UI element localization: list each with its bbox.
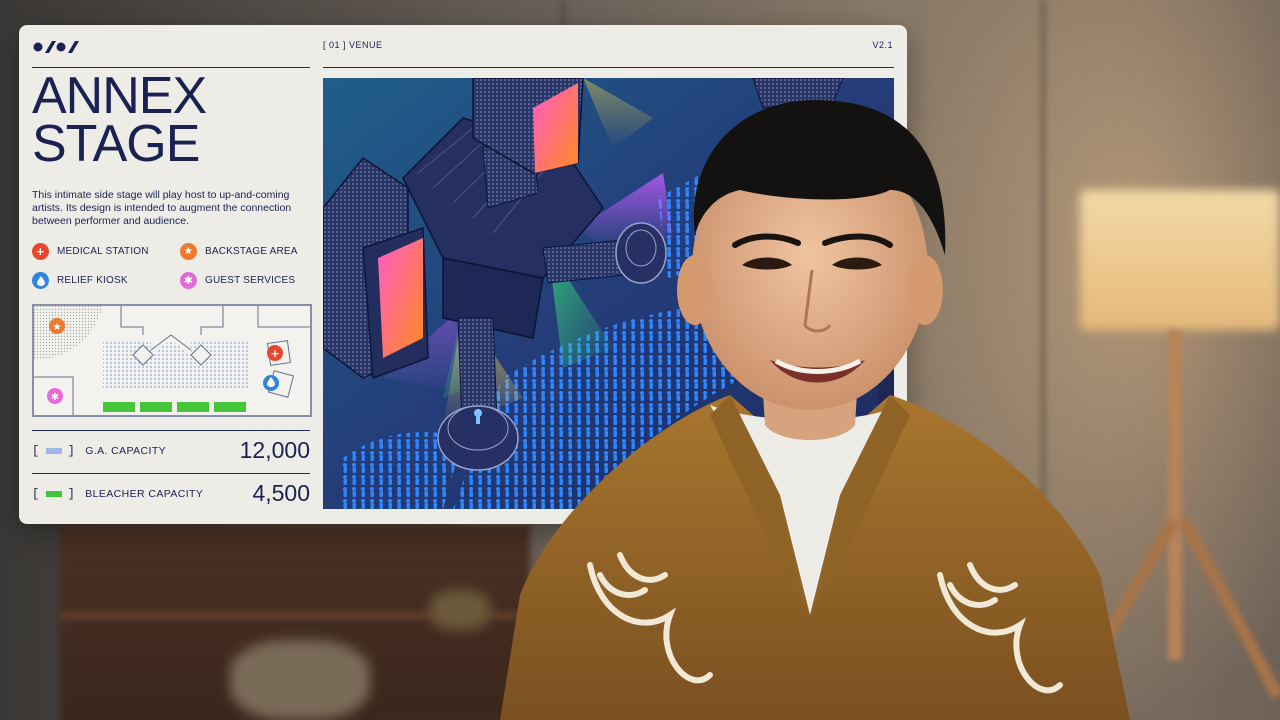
version-label: V2.1 xyxy=(872,40,893,50)
legend-relief-kiosk: RELIEF KIOSK xyxy=(32,272,128,289)
svg-text:★: ★ xyxy=(53,322,62,333)
legend-label: MEDICAL STATION xyxy=(57,246,149,257)
presenter-figure xyxy=(500,100,1130,720)
legend-label: RELIEF KIOSK xyxy=(57,275,128,286)
svg-text:✱: ✱ xyxy=(51,392,59,403)
legend-backstage-area: ★ BACKSTAGE AREA xyxy=(180,243,298,260)
header-divider xyxy=(323,67,894,68)
floor-lamp-pole xyxy=(1168,330,1182,660)
capacity-value: 4,500 xyxy=(252,480,310,506)
ga-capacity-row: [ ] G.A. CAPACITY 12,000 xyxy=(32,432,310,470)
water-drop-icon xyxy=(32,272,49,289)
shelf-books xyxy=(230,640,370,720)
legend-label: BACKSTAGE AREA xyxy=(205,246,298,257)
title-line-1: ANNEX xyxy=(32,67,207,125)
floor-plan-minimap: ★ ✱ + xyxy=(32,304,312,417)
page-title: ANNEX STAGE xyxy=(32,67,207,173)
capacity-label-text: G.A. CAPACITY xyxy=(85,445,167,457)
capacity-divider xyxy=(32,430,310,431)
capacity-value: 12,000 xyxy=(239,437,310,463)
legend-guest-services: ✱ GUEST SERVICES xyxy=(180,272,295,289)
svg-text:+: + xyxy=(270,347,279,360)
bleacher-capacity-row: [ ] BLEACHER CAPACITY 4,500 xyxy=(32,475,310,513)
capacity-label-text: BLEACHER CAPACITY xyxy=(85,488,204,500)
title-line-2: STAGE xyxy=(32,115,200,173)
capacity-label: [ ] G.A. CAPACITY xyxy=(32,444,167,458)
capacity-label: [ ] BLEACHER CAPACITY xyxy=(32,487,204,501)
section-label: [ 01 ] VENUE xyxy=(323,40,383,50)
bleacher-swatch xyxy=(45,491,62,497)
stage-description: This intimate side stage will play host … xyxy=(32,189,292,227)
ga-swatch xyxy=(45,448,62,454)
medical-cross-icon: + xyxy=(32,243,49,260)
star-icon: ★ xyxy=(180,243,197,260)
capacity-divider xyxy=(32,473,310,474)
legend-medical-station: + MEDICAL STATION xyxy=(32,243,149,260)
floor-plan-drawing: ★ ✱ + xyxy=(33,305,311,416)
legend-label: GUEST SERVICES xyxy=(205,275,296,286)
brand-logo-icon xyxy=(33,41,79,53)
asterisk-icon: ✱ xyxy=(180,272,197,289)
